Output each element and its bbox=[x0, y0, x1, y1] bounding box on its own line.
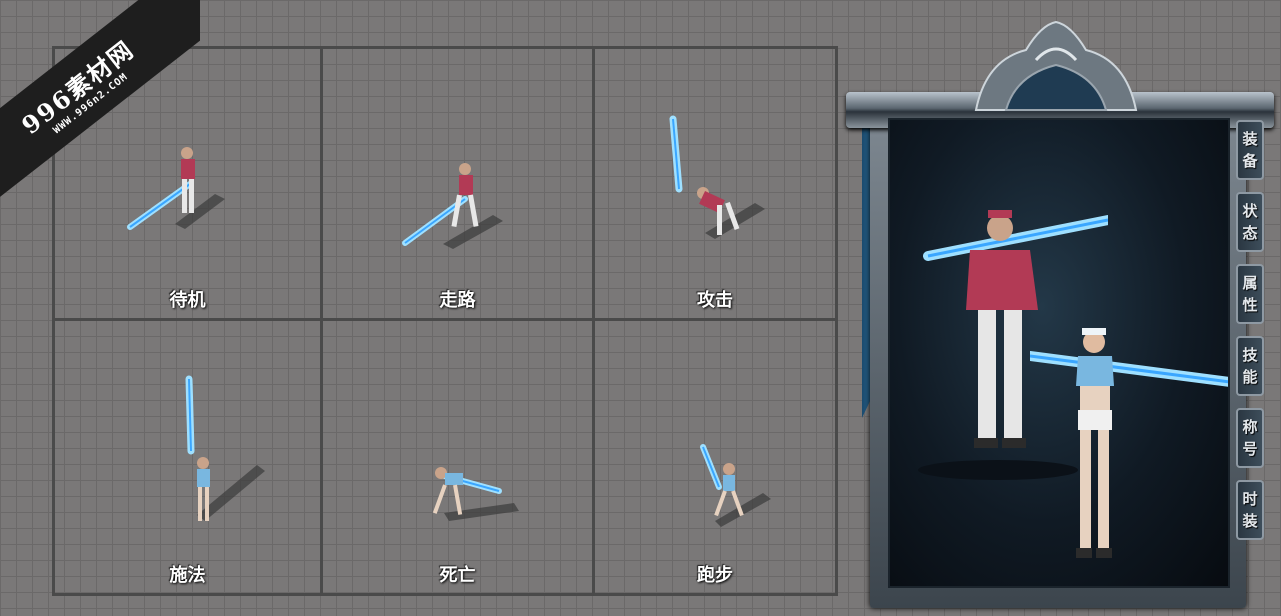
tab-status-char-2: 态 bbox=[1242, 224, 1258, 242]
walk-sprite bbox=[402, 163, 503, 249]
action-label-walk: 走路 bbox=[439, 290, 476, 311]
action-label-run: 跑步 bbox=[697, 565, 733, 586]
tab-fashion[interactable]: 时 装 bbox=[1236, 480, 1264, 540]
character-panel: 装 备 状 态 属 性 技 能 称 号 时 装 bbox=[846, 20, 1274, 610]
tab-status[interactable]: 状 态 bbox=[1236, 192, 1264, 252]
watermark-band: 996素材网 WWW.996n2.COM bbox=[0, 0, 200, 200]
action-cell-attack[interactable]: 攻击 bbox=[595, 49, 835, 321]
tab-fashion-char-2: 装 bbox=[1242, 512, 1258, 530]
character-viewport bbox=[888, 118, 1230, 588]
action-cell-walk[interactable]: 走路 bbox=[323, 49, 595, 321]
action-cell-run[interactable]: 跑步 bbox=[595, 321, 835, 593]
watermark: 996素材网 WWW.996n2.COM bbox=[0, 0, 200, 200]
action-cell-death[interactable]: 死亡 bbox=[323, 321, 595, 593]
tab-fashion-char-1: 时 bbox=[1242, 490, 1258, 508]
attack-sprite bbox=[669, 115, 765, 239]
panel-side-tabs: 装 备 状 态 属 性 技 能 称 号 时 装 bbox=[1236, 120, 1268, 552]
action-cell-cast[interactable]: 施法 bbox=[55, 321, 323, 593]
panel-crown-ornament bbox=[974, 20, 1138, 111]
tab-titles-char-2: 号 bbox=[1242, 440, 1258, 458]
tab-skills-char-1: 技 bbox=[1242, 346, 1258, 364]
action-label-death: 死亡 bbox=[439, 565, 476, 586]
tab-equipment[interactable]: 装 备 bbox=[1236, 120, 1264, 180]
tab-attributes[interactable]: 属 性 bbox=[1236, 264, 1264, 324]
action-label-idle: 待机 bbox=[169, 290, 206, 311]
tab-titles[interactable]: 称 号 bbox=[1236, 408, 1264, 468]
action-label-cast: 施法 bbox=[169, 565, 206, 586]
death-sprite bbox=[432, 467, 519, 521]
tab-equipment-char-2: 备 bbox=[1242, 152, 1258, 170]
tab-equipment-char-1: 装 bbox=[1242, 130, 1258, 148]
tab-attributes-char-1: 属 bbox=[1242, 274, 1258, 292]
cast-sprite bbox=[185, 375, 265, 521]
tab-skills-char-2: 能 bbox=[1242, 368, 1258, 386]
tab-attributes-char-2: 性 bbox=[1242, 296, 1258, 314]
female-character-model bbox=[1030, 328, 1228, 558]
tab-titles-char-1: 称 bbox=[1242, 418, 1258, 436]
tab-skills[interactable]: 技 能 bbox=[1236, 336, 1264, 396]
tab-status-char-1: 状 bbox=[1242, 202, 1258, 220]
run-sprite bbox=[700, 444, 771, 527]
action-label-attack: 攻击 bbox=[697, 290, 733, 311]
